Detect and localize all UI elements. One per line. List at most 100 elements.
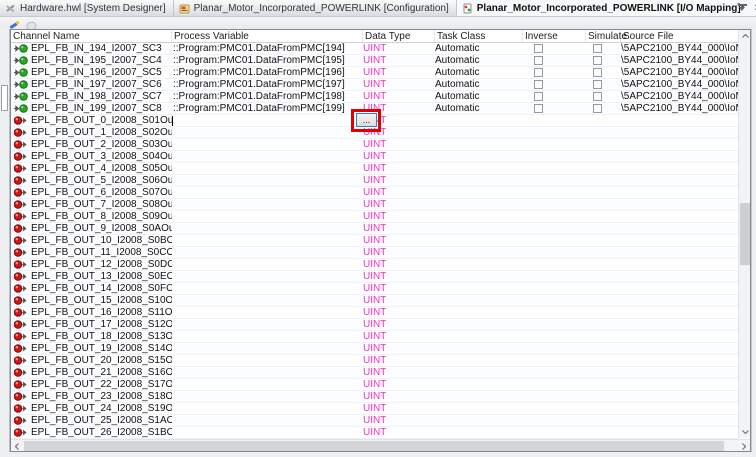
data-type-cell[interactable]: UINT [363, 235, 435, 246]
channel-name-cell[interactable]: EPL_FB_OUT_0_I2008_S01Out [11, 115, 172, 126]
channel-name-cell[interactable]: EPL_FB_OUT_2_I2008_S03Out [11, 139, 172, 150]
process-variable-cell[interactable] [172, 331, 363, 342]
table-row[interactable]: EPL_FB_OUT_15_I2008_S10OutUINT [11, 295, 738, 307]
tab-system-designer[interactable]: Hardware.hwl [System Designer] [0, 0, 174, 16]
edit-pencil-icon[interactable] [9, 18, 20, 28]
data-type-cell[interactable]: UINT [363, 283, 435, 294]
process-variable-cell[interactable] [172, 175, 363, 186]
channel-name-cell[interactable]: EPL_FB_OUT_25_I2008_S1AOut [11, 415, 172, 426]
column-header-source-file[interactable]: Source File [621, 30, 738, 42]
data-type-cell[interactable]: UINT [363, 211, 435, 222]
task-class-cell[interactable] [435, 175, 523, 186]
channel-name-cell[interactable]: EPL_FB_IN_194_I2007_SC3 [11, 43, 172, 54]
column-header-simulate[interactable]: Simulate [586, 30, 621, 42]
table-row[interactable]: EPL_FB_OUT_4_I2008_S05OutUINT [11, 163, 738, 175]
channel-name-cell[interactable]: EPL_FB_OUT_21_I2008_S16Out [11, 367, 172, 378]
task-class-cell[interactable] [435, 391, 523, 402]
task-class-cell[interactable] [435, 271, 523, 282]
data-type-cell[interactable]: UINT [363, 151, 435, 162]
scroll-down-icon[interactable] [739, 426, 751, 438]
channel-name-cell[interactable]: EPL_FB_OUT_11_I2008_S0COut [11, 247, 172, 258]
table-row[interactable]: EPL_FB_OUT_3_I2008_S04Out UINT [11, 151, 738, 163]
simulate-checkbox[interactable] [593, 44, 602, 53]
process-variable-cell[interactable]: ::Program:PMC01.DataFromPMC[194] [172, 43, 363, 54]
process-variable-cell[interactable] [172, 367, 363, 378]
channel-name-cell[interactable]: EPL_FB_IN_199_I2007_SC8 [11, 103, 172, 114]
channel-name-cell[interactable]: EPL_FB_OUT_20_I2008_S15Out [11, 355, 172, 366]
task-class-cell[interactable] [435, 367, 523, 378]
table-row[interactable]: EPL_FB_OUT_22_I2008_S17OutUINT [11, 379, 738, 391]
data-type-cell[interactable]: UINT [363, 307, 435, 318]
table-row[interactable]: EPL_FB_OUT_6_I2008_S07Out UINT [11, 187, 738, 199]
table-row[interactable]: EPL_FB_IN_196_I2007_SC5::Program:PMC01.D… [11, 67, 738, 79]
channel-name-cell[interactable]: EPL_FB_OUT_3_I2008_S04Out [11, 151, 172, 162]
simulate-checkbox[interactable] [593, 92, 602, 101]
data-type-cell[interactable]: UINT [363, 187, 435, 198]
task-class-cell[interactable] [435, 163, 523, 174]
task-class-cell[interactable] [435, 283, 523, 294]
task-class-cell[interactable]: Automatic [435, 43, 523, 54]
table-row[interactable]: EPL_FB_OUT_16_I2008_S11Out UINT [11, 307, 738, 319]
process-variable-cell[interactable] [172, 379, 363, 390]
task-class-cell[interactable] [435, 331, 523, 342]
data-type-cell[interactable]: UINT [363, 427, 435, 438]
data-type-cell[interactable]: UINT [363, 355, 435, 366]
table-row[interactable]: EPL_FB_IN_197_I2007_SC6::Program:PMC01.D… [11, 79, 738, 91]
table-row[interactable]: EPL_FB_OUT_11_I2008_S0COut UINT [11, 247, 738, 259]
simulate-checkbox[interactable] [593, 56, 602, 65]
dock-pin-icon[interactable] [738, 4, 747, 12]
table-row[interactable]: EPL_FB_OUT_14_I2008_S0FOut UINT [11, 283, 738, 295]
process-variable-cell[interactable] [172, 139, 363, 150]
process-variable-cell[interactable] [172, 259, 363, 270]
horizontal-scroll-thumb[interactable] [24, 441, 724, 451]
channel-name-cell[interactable]: EPL_FB_IN_196_I2007_SC5 [11, 67, 172, 78]
channel-name-cell[interactable]: EPL_FB_OUT_14_I2008_S0FOut [11, 283, 172, 294]
column-header-channel-name[interactable]: Channel Name [11, 30, 172, 42]
data-type-cell[interactable]: UINT [363, 67, 435, 78]
channel-name-cell[interactable]: EPL_FB_OUT_16_I2008_S11Out [11, 307, 172, 318]
data-type-cell[interactable]: UINT [363, 271, 435, 282]
channel-name-cell[interactable]: EPL_FB_OUT_17_I2008_S12Out [11, 319, 172, 330]
inverse-checkbox[interactable] [534, 44, 543, 53]
task-class-cell[interactable] [435, 151, 523, 162]
table-row[interactable]: EPL_FB_OUT_12_I2008_S0DOutUINT [11, 259, 738, 271]
channel-name-cell[interactable]: EPL_FB_OUT_6_I2008_S07Out [11, 187, 172, 198]
process-variable-cell[interactable] [172, 247, 363, 258]
process-variable-cell[interactable] [172, 151, 363, 162]
simulate-checkbox[interactable] [593, 104, 602, 113]
task-class-cell[interactable] [435, 187, 523, 198]
channel-name-cell[interactable]: EPL_FB_IN_198_I2007_SC7 [11, 91, 172, 102]
channel-name-cell[interactable]: EPL_FB_OUT_9_I2008_S0AOut [11, 223, 172, 234]
table-row[interactable]: EPL_FB_OUT_5_I2008_S06OutUINT [11, 175, 738, 187]
tab-configuration[interactable]: Planar_Motor_Incorporated_POWERLINK [Con… [174, 0, 457, 16]
process-variable-cell[interactable] [172, 319, 363, 330]
channel-name-cell[interactable]: EPL_FB_OUT_4_I2008_S05Out [11, 163, 172, 174]
data-type-cell[interactable]: UINT [363, 199, 435, 210]
table-row[interactable]: EPL_FB_IN_195_I2007_SC4::Program:PMC01.D… [11, 55, 738, 67]
table-row[interactable]: EPL_FB_OUT_13_I2008_S0EOutUINT [11, 271, 738, 283]
tab-io-mapping[interactable]: Planar_Motor_Incorporated_POWERLINK [I/O… [457, 0, 756, 16]
channel-name-cell[interactable]: EPL_FB_OUT_5_I2008_S06Out [11, 175, 172, 186]
process-variable-cell[interactable] [172, 403, 363, 414]
process-variable-cell[interactable]: ::Program:PMC01.DataFromPMC[198] [172, 91, 363, 102]
data-type-cell[interactable]: UINT [363, 223, 435, 234]
process-variable-cell[interactable]: ::Program:PMC01.DataFromPMC[197] [172, 79, 363, 90]
table-row[interactable]: EPL_FB_OUT_21_I2008_S16OutUINT [11, 367, 738, 379]
data-type-cell[interactable]: UINT [363, 91, 435, 102]
task-class-cell[interactable]: Automatic [435, 67, 523, 78]
process-variable-cell[interactable] [172, 223, 363, 234]
table-row[interactable]: EPL_FB_OUT_8_I2008_S09OutUINT [11, 211, 738, 223]
inverse-checkbox[interactable] [534, 56, 543, 65]
process-variable-cell[interactable]: ::Program:PMC01.DataFromPMC[196] [172, 67, 363, 78]
task-class-cell[interactable] [435, 415, 523, 426]
data-type-cell[interactable]: UINT [363, 247, 435, 258]
process-variable-cell[interactable] [172, 115, 363, 126]
task-class-cell[interactable]: Automatic [435, 55, 523, 66]
scroll-right-icon[interactable] [738, 440, 750, 452]
simulate-checkbox[interactable] [593, 68, 602, 77]
task-class-cell[interactable] [435, 403, 523, 414]
task-class-cell[interactable]: Automatic [435, 91, 523, 102]
task-class-cell[interactable] [435, 427, 523, 438]
data-type-cell[interactable]: UINT [363, 295, 435, 306]
scroll-up-icon[interactable] [739, 30, 751, 42]
